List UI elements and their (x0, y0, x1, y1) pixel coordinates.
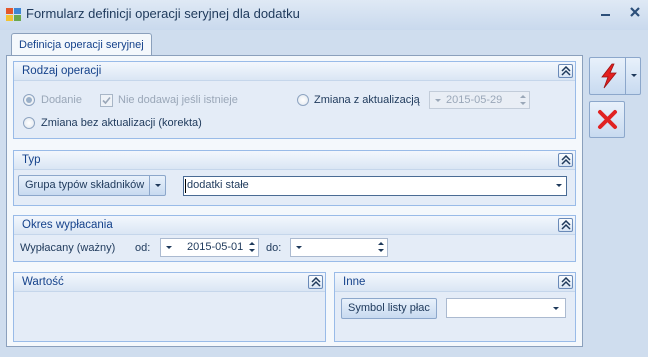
group-okres-wyplacania: Okres wypłacania Wypłacany (ważny) od: 2… (13, 215, 576, 262)
close-window-button[interactable] (627, 6, 643, 22)
group-header: Okres wypłacania (14, 216, 575, 235)
collapse-button[interactable] (558, 153, 573, 167)
zmiana-date-field[interactable]: 2015-05-29 (429, 91, 530, 109)
dropdown-arrow-icon (166, 246, 172, 249)
dodanie-label: Dodanie (41, 94, 82, 106)
group-title: Inne (343, 276, 366, 288)
chevron-up-icon (561, 66, 571, 76)
execute-dropdown[interactable] (625, 58, 640, 94)
spin-down-icon[interactable] (519, 100, 527, 107)
nie-dodawaj-label: Nie dodawaj jeśli istnieje (118, 94, 238, 106)
do-label: do: (266, 242, 282, 254)
close-icon (630, 7, 640, 17)
group-inne: Inne Symbol listy płac (334, 272, 576, 342)
chevron-up-icon (561, 220, 571, 230)
zmiana-z-aktualizacja-label: Zmiana z aktualizacją (314, 94, 420, 106)
od-label: od: (135, 242, 151, 254)
grupa-typow-button[interactable]: Grupa typów składników (18, 175, 166, 196)
symbol-listy-plac-label: Symbol listy płac (348, 302, 430, 314)
chevron-up-icon (561, 155, 571, 165)
typ-value: dodatki stałe (187, 179, 249, 191)
zmiana-z-aktualizacja-radio[interactable] (297, 94, 309, 106)
window-title: Formularz definicji operacji seryjnej dl… (26, 6, 300, 21)
group-header: Typ (14, 151, 575, 170)
chevron-up-icon (561, 277, 571, 287)
dropdown-arrow-icon (435, 99, 441, 102)
checkmark-icon (102, 96, 111, 105)
zmiana-date-value: 2015-05-29 (446, 94, 503, 106)
close-red-icon (598, 110, 617, 129)
collapse-button[interactable] (558, 218, 573, 232)
spin-up-icon[interactable] (248, 240, 256, 247)
grupa-typow-dropdown[interactable] (149, 176, 165, 195)
app-icon (6, 8, 21, 21)
symbol-listy-plac-field[interactable] (446, 298, 566, 318)
do-date-field[interactable] (290, 238, 388, 257)
tab-definicja[interactable]: Definicja operacji seryjnej (11, 33, 152, 56)
typ-value-field[interactable]: dodatki stałe (183, 176, 567, 196)
collapse-button[interactable] (558, 64, 573, 78)
group-title: Rodzaj operacji (22, 65, 102, 77)
text-cursor (185, 179, 186, 193)
group-body: Symbol listy płac (335, 292, 575, 341)
group-rodzaj-operacji: Rodzaj operacji Dodanie Nie dodawaj jeśl… (13, 61, 576, 139)
spin-down-icon[interactable] (248, 247, 256, 254)
group-header: Rodzaj operacji (14, 62, 575, 81)
group-typ: Typ Grupa typów składników dodatki stałe (13, 150, 576, 206)
execute-button[interactable] (589, 57, 641, 95)
typ-dropdown-icon[interactable] (554, 182, 564, 190)
chevron-down-icon (553, 307, 559, 310)
group-title: Typ (22, 154, 41, 166)
group-header: Wartość (14, 273, 325, 292)
cancel-button[interactable] (589, 101, 625, 138)
dodanie-radio[interactable] (23, 94, 35, 106)
spin-up-icon[interactable] (377, 240, 385, 247)
group-body (14, 292, 325, 341)
spin-down-icon[interactable] (377, 247, 385, 254)
zmiana-bez-aktualizacji-label: Zmiana bez aktualizacji (korekta) (41, 117, 202, 129)
symbol-listy-plac-button[interactable]: Symbol listy płac (341, 298, 437, 319)
group-header: Inne (335, 273, 575, 292)
lightning-icon (601, 63, 617, 89)
od-date-value: 2015-05-01 (187, 241, 244, 253)
group-body: Dodanie Nie dodawaj jeśli istnieje Zmian… (14, 81, 575, 138)
group-body: Grupa typów składników dodatki stałe (14, 170, 575, 205)
group-wartosc: Wartość (13, 272, 326, 342)
chevron-up-icon (311, 277, 321, 287)
group-body: Wypłacany (ważny) od: 2015-05-01 do: (14, 235, 575, 261)
od-date-field[interactable]: 2015-05-01 (160, 238, 259, 257)
chevron-down-icon (631, 74, 637, 77)
collapse-button[interactable] (558, 275, 573, 289)
wyplacany-label: Wypłacany (ważny) (20, 242, 116, 254)
dropdown-arrow-icon (296, 246, 302, 249)
nie-dodawaj-checkbox[interactable] (100, 94, 113, 107)
grupa-typow-label: Grupa typów składników (25, 179, 145, 191)
group-title: Okres wypłacania (22, 219, 113, 231)
minimize-icon (601, 14, 610, 16)
zmiana-bez-aktualizacji-radio[interactable] (23, 117, 35, 129)
minimize-button[interactable] (598, 6, 614, 22)
window-title-bar: Formularz definicji operacji seryjnej dl… (0, 0, 648, 30)
spin-up-icon[interactable] (519, 93, 527, 100)
group-title: Wartość (22, 276, 64, 288)
chevron-down-icon (155, 184, 161, 187)
collapse-button[interactable] (308, 275, 323, 289)
